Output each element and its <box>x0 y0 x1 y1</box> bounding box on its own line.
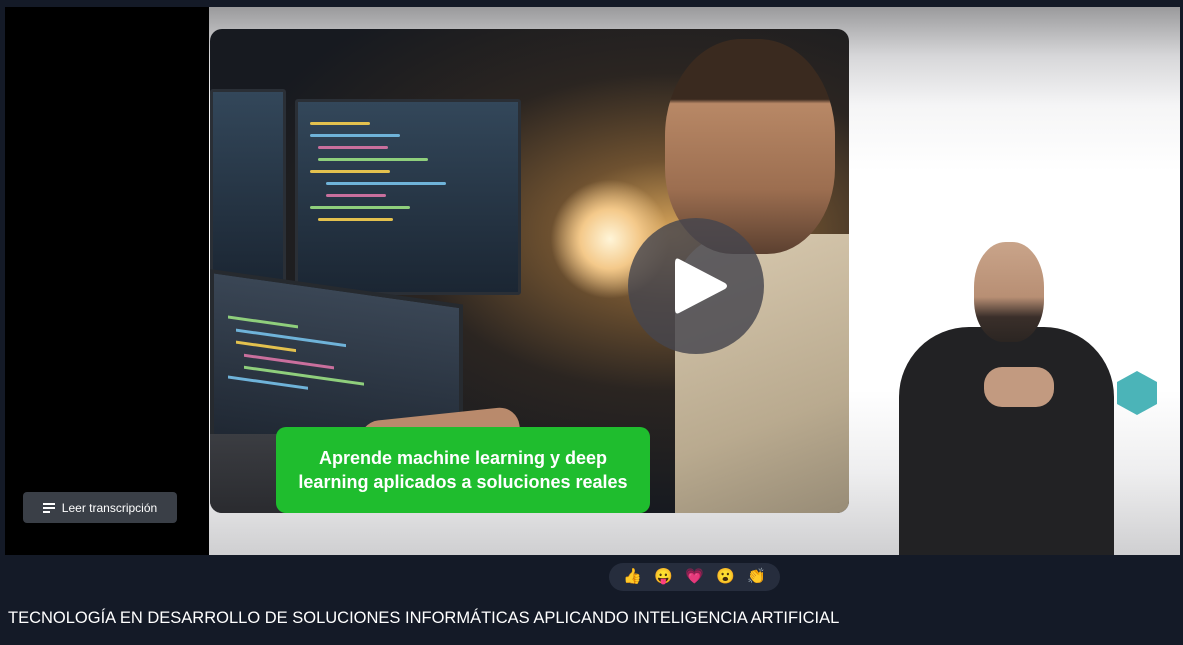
video-thumbnail[interactable]: Aprende machine learning y deep learning… <box>210 29 849 513</box>
caption-line-2: learning aplicados a soluciones reales <box>298 472 628 492</box>
transcript-lines-icon <box>42 503 55 513</box>
video-player[interactable]: Aprende machine learning y deep learning… <box>5 7 1180 555</box>
surprised-face-icon[interactable]: 😮 <box>716 567 736 587</box>
video-title: TECNOLOGÍA EN DESARROLLO DE SOLUCIONES I… <box>8 609 840 627</box>
interpreter-body <box>899 327 1114 555</box>
caption-line-1: Aprende machine learning y deep <box>318 448 608 468</box>
background-monitor-center <box>295 99 521 295</box>
video-page: Aprende machine learning y deep learning… <box>0 0 1183 645</box>
sign-language-interpreter <box>889 237 1114 555</box>
background-monitor-left <box>210 89 286 285</box>
play-button[interactable] <box>628 218 764 354</box>
grinning-face-icon[interactable]: 😛 <box>654 567 674 587</box>
reactions-bar: 👍 😛 💗 😮 👏 <box>609 563 780 591</box>
heart-icon[interactable]: 💗 <box>685 567 705 587</box>
video-caption-banner: Aprende machine learning y deep learning… <box>276 427 650 513</box>
read-transcript-button[interactable]: Leer transcripción <box>23 492 177 523</box>
interpreter-hands <box>984 367 1054 407</box>
transcript-button-label: Leer transcripción <box>61 500 158 515</box>
clapping-hands-icon[interactable]: 👏 <box>747 567 767 587</box>
play-icon <box>675 258 727 314</box>
thumbs-up-icon[interactable]: 👍 <box>623 567 643 587</box>
player-letterbox <box>5 7 209 555</box>
interpreter-head <box>974 242 1044 342</box>
